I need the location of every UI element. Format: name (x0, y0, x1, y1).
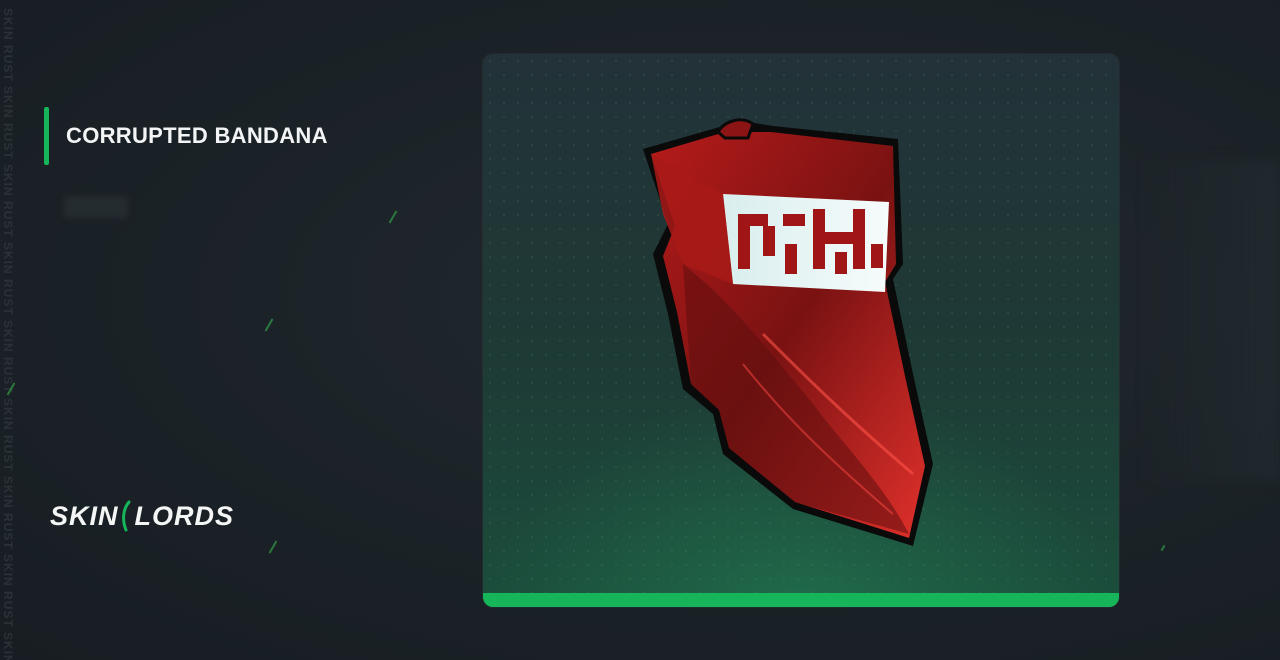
decorative-streak (388, 210, 398, 224)
background-blur (1140, 160, 1280, 480)
skinlords-logo-icon (121, 500, 131, 532)
brand-logo-left: SKIN (50, 500, 119, 531)
blurred-chip (64, 196, 128, 218)
decorative-streak (1160, 544, 1166, 552)
decorative-streak (264, 318, 274, 332)
item-title: CORRUPTED BANDANA (66, 123, 328, 148)
decorative-streak (268, 540, 278, 554)
side-watermark: SKIN RUST SKIN RUST SKIN RUST SKIN RUST … (3, 0, 17, 660)
item-card (483, 54, 1119, 607)
title-accent-bar (44, 107, 49, 165)
brand-logo-right: LORDS (134, 500, 235, 531)
red-bandana-icon (643, 118, 933, 546)
brand-logo: SKIN LORDS (50, 500, 234, 532)
card-accent-bar (483, 593, 1119, 607)
side-watermark-text: SKIN RUST SKIN RUST SKIN RUST SKIN RUST … (3, 8, 15, 660)
